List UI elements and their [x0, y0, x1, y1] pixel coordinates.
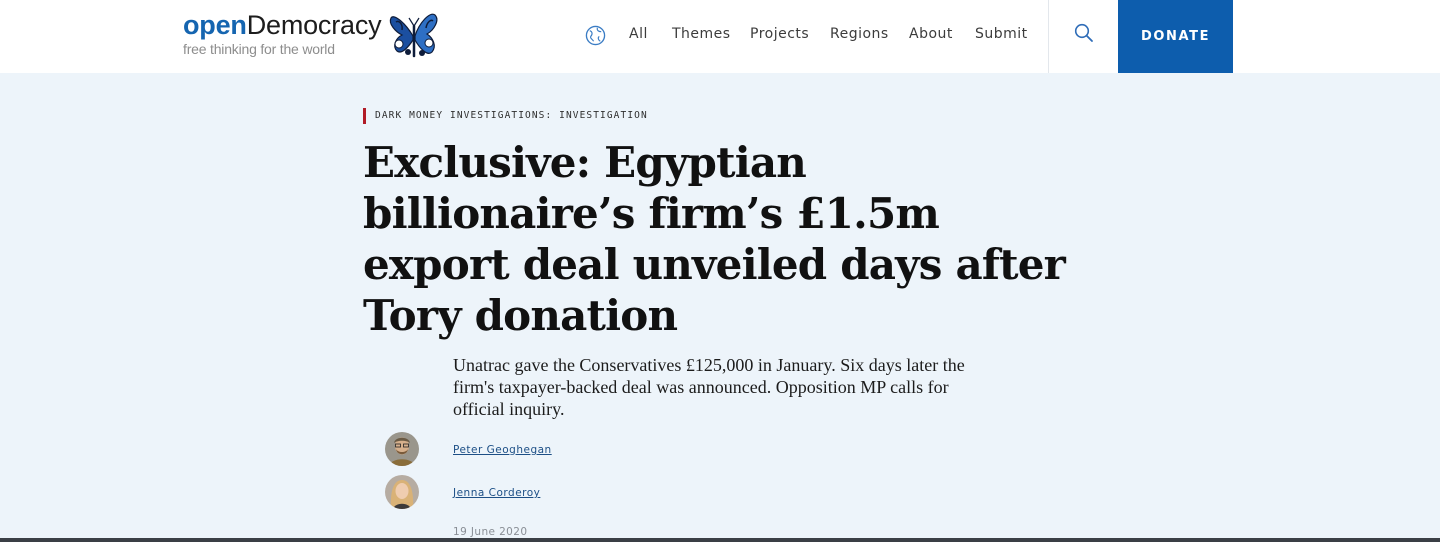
nav-item-themes[interactable]: Themes [672, 26, 731, 42]
logo-wordmark: openDemocracy [183, 10, 382, 41]
search-icon [1074, 23, 1093, 42]
butterfly-logo-icon [389, 13, 438, 58]
nav-item-regions[interactable]: Regions [830, 26, 889, 42]
nav-item-submit[interactable]: Submit [975, 26, 1028, 42]
author-link[interactable]: Peter Geoghegan [453, 444, 552, 456]
publish-date: 19 June 2020 [453, 526, 528, 538]
search-button[interactable] [1048, 0, 1118, 73]
author-byline: Peter Geoghegan [385, 432, 685, 466]
article-standfirst: Unatrac gave the Conservatives £125,000 … [453, 355, 965, 419]
article-headline: Exclusive: Egyptian billionaire’s firm’s… [363, 138, 1066, 340]
logo-democracy-text: Democracy [246, 10, 382, 40]
avatar[interactable] [385, 475, 419, 509]
author-byline: Jenna Corderoy [385, 475, 685, 509]
nav-item-all[interactable]: All [629, 26, 648, 42]
logo-open-text: open [183, 10, 247, 40]
article-kicker[interactable]: DARK MONEY INVESTIGATIONS: INVESTIGATION [363, 108, 648, 124]
author-link[interactable]: Jenna Corderoy [453, 487, 540, 499]
site-logo[interactable]: openDemocracy free thinking for the worl… [183, 8, 445, 64]
site-header: openDemocracy free thinking for the worl… [0, 0, 1440, 73]
nav-item-about[interactable]: About [909, 26, 953, 42]
donate-button[interactable]: DONATE [1118, 0, 1233, 73]
author-photo-icon [385, 432, 419, 466]
avatar[interactable] [385, 432, 419, 466]
globe-icon[interactable] [585, 25, 606, 46]
logo-tagline: free thinking for the world [183, 41, 335, 57]
author-photo-icon [385, 475, 419, 509]
nav-item-projects[interactable]: Projects [750, 26, 809, 42]
window-bottom-edge [0, 538, 1440, 542]
